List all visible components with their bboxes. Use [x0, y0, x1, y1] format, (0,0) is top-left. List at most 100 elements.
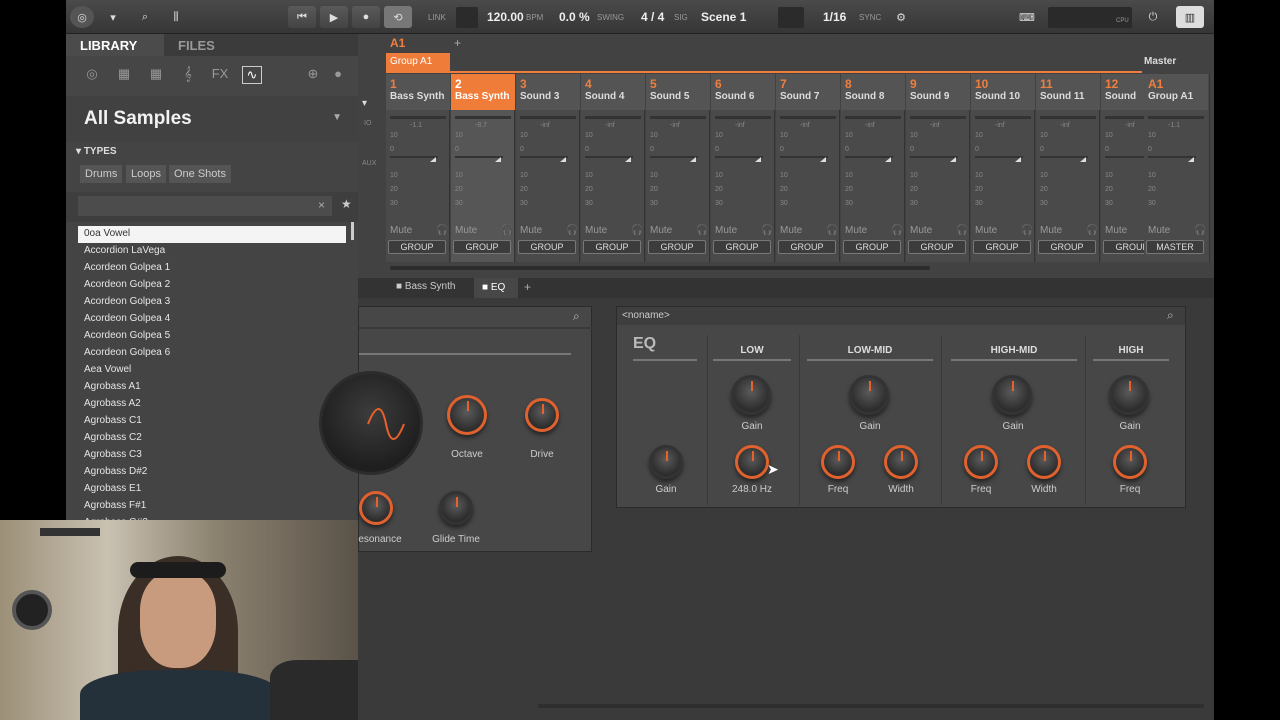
sample-list-item[interactable]: Acordeon Golpea 1 [78, 260, 346, 277]
mute-button[interactable]: Mute [1105, 225, 1127, 236]
add-group-button[interactable]: + [454, 36, 461, 50]
tab-library[interactable]: LIBRARY [66, 34, 164, 56]
octave-knob[interactable] [447, 395, 487, 435]
high-mid-width-knob[interactable] [1027, 445, 1061, 479]
volume-fader-handle[interactable] [690, 152, 696, 162]
master-output-button[interactable]: MASTER [1146, 240, 1204, 254]
group-name-tab[interactable]: Group A1 [386, 53, 450, 71]
volume-fader-handle[interactable] [1015, 152, 1021, 162]
channel-header[interactable]: 7 Sound 7 [776, 74, 840, 110]
volume-fader-handle[interactable] [950, 152, 956, 162]
mute-button[interactable]: Mute [910, 225, 932, 236]
sample-list-item[interactable]: 0oa Vowel [78, 226, 346, 243]
group-output-button[interactable]: GROUP [778, 240, 836, 254]
sample-icon[interactable]: ∿ [242, 66, 262, 84]
browser-search-icon[interactable]: ⌕ [134, 6, 156, 28]
sample-list-item[interactable]: Agrobass E1 [78, 481, 346, 498]
channel-strip[interactable]: 10 Sound 10 -inf 10 0 10 20 30 Mute 🎧 GROUP [971, 74, 1035, 262]
mute-button[interactable]: Mute [1040, 225, 1062, 236]
record-button[interactable]: ● [352, 6, 380, 28]
project-icon[interactable]: ◎ [82, 66, 102, 84]
drive-knob[interactable] [525, 398, 559, 432]
channel-strip[interactable]: 7 Sound 7 -inf 10 0 10 20 30 Mute 🎧 GROUP [776, 74, 840, 262]
channel-header[interactable]: 8 Sound 8 [841, 74, 905, 110]
loop-button[interactable]: ⟲ [384, 6, 412, 28]
library-title[interactable]: All Samples ▼ [66, 96, 358, 142]
channel-collapse-icon[interactable]: ▾ [362, 98, 367, 109]
volume-fader-handle[interactable] [755, 152, 761, 162]
mute-button[interactable]: Mute [455, 225, 477, 236]
tag-loops[interactable]: Loops [126, 165, 166, 183]
low-mid-gain-knob[interactable] [849, 375, 889, 415]
headphone-icon[interactable]: 🎧 [826, 225, 838, 236]
scene-name[interactable]: Scene 1 [701, 10, 746, 24]
headphone-icon[interactable]: 🎧 [1086, 225, 1098, 236]
mute-button[interactable]: Mute [650, 225, 672, 236]
volume-fader-handle[interactable] [885, 152, 891, 162]
menu-arrow-icon[interactable]: ▾ [102, 6, 124, 28]
globe-icon[interactable]: ⊕ [303, 66, 323, 84]
io-label[interactable]: IO [364, 120, 371, 127]
low-mid-freq-knob[interactable] [821, 445, 855, 479]
tempo-value[interactable]: 120.00 [487, 10, 524, 24]
oscillator-knob[interactable] [319, 371, 423, 475]
channel-header[interactable]: 9 Sound 9 [906, 74, 970, 110]
volume-fader-handle[interactable] [1188, 152, 1194, 162]
mixer-scrollbar[interactable] [390, 266, 930, 270]
group-output-button[interactable]: GROUP [973, 240, 1031, 254]
play-button[interactable]: ▶ [320, 6, 348, 28]
instrument-icon[interactable]: 𝄞 [178, 66, 198, 84]
headphone-icon[interactable]: 🎧 [956, 225, 968, 236]
channel-header[interactable]: 10 Sound 10 [971, 74, 1035, 110]
channel-strip[interactable]: 4 Sound 4 -inf 10 0 10 20 30 Mute 🎧 GROUP [581, 74, 645, 262]
channel-strip[interactable]: 5 Sound 5 -inf 10 0 10 20 30 Mute 🎧 GROUP [646, 74, 710, 262]
list-scrollbar[interactable] [351, 222, 354, 240]
channel-header[interactable]: 4 Sound 4 [581, 74, 645, 110]
channel-header[interactable]: 6 Sound 6 [711, 74, 775, 110]
headphone-icon[interactable]: 🎧 [501, 225, 513, 236]
channel-strip[interactable]: 2 Bass Synth -8.7 10 0 10 20 30 Mute 🎧 GROUP [451, 74, 515, 262]
tab-files[interactable]: FILES [164, 34, 262, 56]
effect-icon[interactable]: FX [210, 66, 230, 84]
swing-value[interactable]: 0.0 % [559, 10, 590, 24]
low-freq-knob[interactable] [735, 445, 769, 479]
headphone-icon[interactable]: 🎧 [631, 225, 643, 236]
follow-icon[interactable] [778, 7, 804, 28]
headphone-icon[interactable]: 🎧 [436, 225, 448, 236]
high-mid-freq-knob[interactable] [964, 445, 998, 479]
group-icon[interactable]: ▦ [114, 66, 134, 84]
channel-header[interactable]: 2 Bass Synth [451, 74, 515, 110]
synth-search-icon[interactable]: ⌕ [573, 309, 580, 324]
group-output-button[interactable]: GROUP [583, 240, 641, 254]
tag-one-shots[interactable]: One Shots [169, 165, 231, 183]
settings-gear-icon[interactable]: ⚙ [892, 6, 910, 28]
channel-header[interactable]: 5 Sound 5 [646, 74, 710, 110]
mute-button[interactable]: Mute [975, 225, 997, 236]
group-output-button[interactable]: GROUP [518, 240, 576, 254]
dropdown-arrow-icon[interactable]: ▼ [332, 112, 342, 123]
tag-drums[interactable]: Drums [80, 165, 123, 183]
high-mid-gain-knob[interactable] [992, 375, 1032, 415]
eq-search-icon[interactable]: ⌕ [1167, 308, 1174, 323]
sample-list-item[interactable]: Acordeon Golpea 2 [78, 277, 346, 294]
sample-list-item[interactable]: Aea Vowel [78, 362, 346, 379]
resonance-knob[interactable] [359, 491, 393, 525]
mute-button[interactable]: Mute [715, 225, 737, 236]
ni-logo-button[interactable]: ◎ [70, 6, 94, 28]
sample-list-item[interactable]: Agrobass C1 [78, 413, 346, 430]
tab-eq[interactable]: ■ EQ [474, 278, 518, 298]
mute-button[interactable]: Mute [520, 225, 542, 236]
channel-strip[interactable]: 11 Sound 11 -inf 10 0 10 20 30 Mute 🎧 GROUP [1036, 74, 1100, 262]
glide-time-knob[interactable] [439, 491, 473, 525]
link-label[interactable]: LINK [428, 13, 446, 22]
mute-button[interactable]: Mute [780, 225, 802, 236]
sample-list-item[interactable]: Acordeon Golpea 3 [78, 294, 346, 311]
volume-fader-handle[interactable] [495, 152, 501, 162]
headphone-icon[interactable]: 🎧 [891, 225, 903, 236]
group-output-button[interactable]: GROUP [908, 240, 966, 254]
mute-button[interactable]: Mute [390, 225, 412, 236]
mute-button[interactable]: Mute [585, 225, 607, 236]
sample-list-item[interactable]: Acordeon Golpea 4 [78, 311, 346, 328]
volume-fader-handle[interactable] [1080, 152, 1086, 162]
group-output-button[interactable]: GROUP [388, 240, 446, 254]
